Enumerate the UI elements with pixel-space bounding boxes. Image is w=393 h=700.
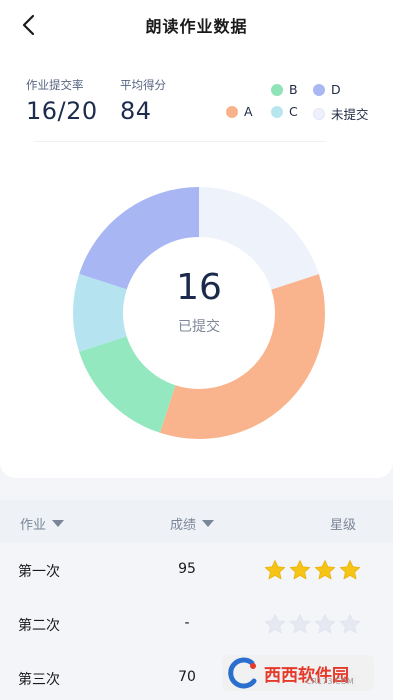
star-empty-icon — [314, 614, 336, 634]
star-empty-icon — [339, 614, 361, 634]
average-score-label: 平均得分 — [120, 78, 166, 92]
column-stars: 星级 — [330, 514, 356, 533]
legend-label: B — [289, 82, 298, 97]
submission-rate-value: 16/20 — [26, 97, 98, 125]
star-rating — [264, 613, 364, 635]
legend-dot-icon — [226, 105, 238, 118]
table-header: 作业 成绩 星级 — [0, 500, 393, 542]
table-row[interactable]: 第二次 - — [0, 597, 393, 651]
legend-label: A — [244, 104, 253, 119]
homework-score: - — [184, 615, 190, 631]
donut-chart — [73, 187, 325, 439]
submitted-count: 16 — [176, 267, 222, 308]
star-empty-icon — [264, 614, 286, 634]
sort-caret-icon — [52, 520, 65, 527]
homework-name: 第三次 — [18, 672, 60, 688]
page-title: 朗读作业数据 — [145, 17, 248, 36]
legend-item-unsubmitted: 未提交 — [313, 104, 369, 123]
star-rating — [264, 559, 364, 581]
average-score-value: 84 — [120, 97, 152, 125]
column-score-label: 成绩 — [170, 518, 197, 533]
divider — [34, 141, 326, 142]
legend-label: C — [289, 104, 298, 119]
star-filled-icon — [264, 560, 286, 580]
watermark: 西西软件园 CR173.COM — [222, 655, 374, 691]
homework-score: 70 — [178, 669, 196, 685]
column-score[interactable]: 成绩 — [170, 514, 215, 533]
submission-rate-label: 作业提交率 — [26, 78, 84, 92]
legend-dot-icon — [271, 83, 283, 96]
watermark-site: CR173.COM — [306, 677, 354, 686]
legend-dot-icon — [313, 107, 325, 120]
legend-label: 未提交 — [331, 107, 369, 122]
legend-dot-icon — [271, 105, 283, 118]
star-filled-icon — [314, 560, 336, 580]
legend-dot-icon — [313, 83, 325, 96]
watermark-logo-icon — [228, 657, 257, 689]
legend-item-c: C — [271, 104, 298, 119]
sort-caret-icon — [202, 520, 215, 527]
summary-card: 朗读作业数据 作业提交率 16/20 平均得分 84 B D A C 未提交 1… — [0, 0, 393, 478]
homework-name: 第二次 — [18, 618, 60, 634]
star-filled-icon — [289, 560, 311, 580]
average-score-stat: 平均得分 84 — [120, 77, 166, 125]
star-empty-icon — [289, 614, 311, 634]
table-row[interactable]: 第一次 95 — [0, 543, 393, 597]
submitted-label: 已提交 — [178, 319, 220, 335]
legend-item-b: B — [271, 82, 298, 97]
submission-rate-stat: 作业提交率 16/20 — [26, 77, 98, 125]
homework-score: 95 — [178, 561, 196, 577]
star-filled-icon — [339, 560, 361, 580]
column-stars-label: 星级 — [330, 518, 357, 533]
legend-item-d: D — [313, 82, 341, 97]
header: 朗读作业数据 — [0, 0, 393, 48]
legend-label: D — [331, 82, 341, 97]
column-homework-label: 作业 — [20, 518, 47, 533]
legend-item-a: A — [226, 104, 253, 119]
column-homework[interactable]: 作业 — [20, 514, 65, 533]
homework-name: 第一次 — [18, 564, 60, 580]
